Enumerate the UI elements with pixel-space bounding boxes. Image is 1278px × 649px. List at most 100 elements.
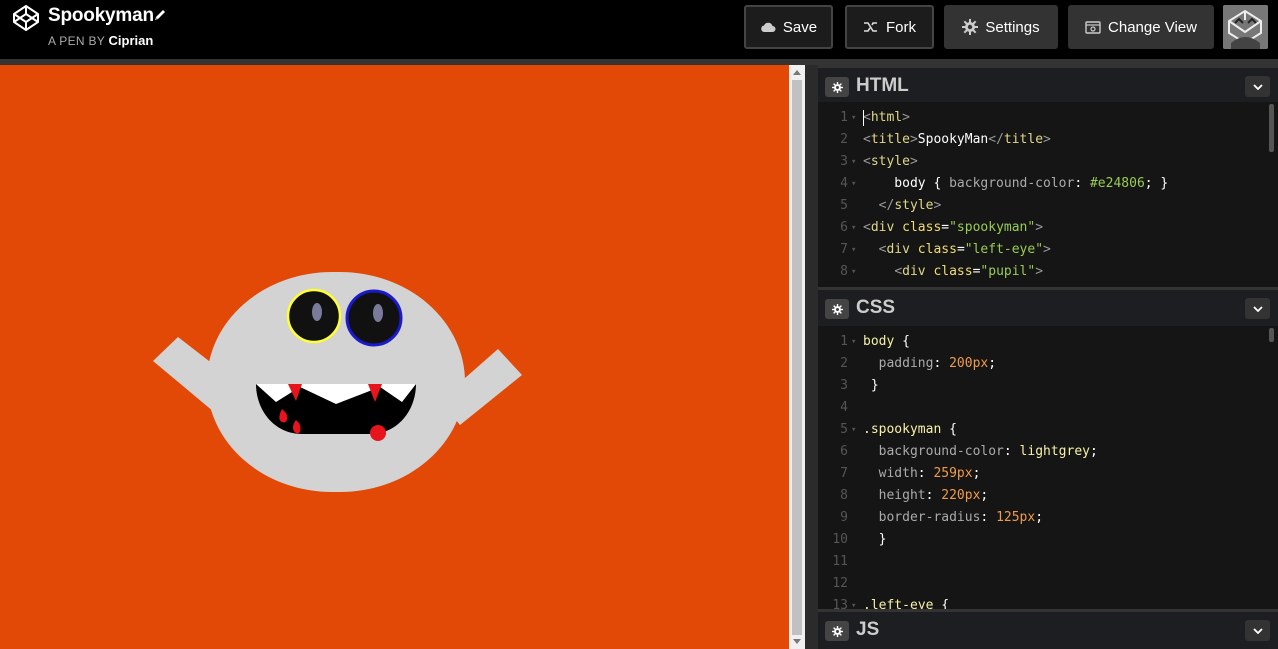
author-link[interactable]: Ciprian	[109, 33, 154, 48]
code-text: }	[863, 375, 879, 397]
gear-icon	[831, 303, 843, 315]
code-line[interactable]: 1 ▾ <html>	[818, 107, 1278, 129]
code-text: <div class="spookyman">	[863, 217, 1043, 239]
code-line[interactable]: 1 ▾ body {	[818, 331, 1278, 353]
ghost-left-pupil	[312, 303, 322, 321]
scrollbar-thumb[interactable]	[792, 80, 802, 635]
settings-button[interactable]: Settings	[944, 5, 1058, 49]
code-token: }	[863, 532, 887, 547]
line-number: 12	[832, 576, 848, 591]
fold-arrow-icon[interactable]: ▾	[851, 151, 859, 173]
code-line[interactable]: 5 ▾ .spookyman {	[818, 419, 1278, 441]
code-line[interactable]: 8 height: 220px;	[818, 485, 1278, 507]
css-code-area[interactable]: 1 ▾ body {2 padding: 200px; 3 } 4 5 ▾ .spookyma…	[818, 326, 1278, 609]
code-line[interactable]: 13 ▾ .left-eye {	[818, 595, 1278, 609]
code-line[interactable]: 12	[818, 573, 1278, 595]
code-line[interactable]: 6 background-color: lightgrey;	[818, 441, 1278, 463]
codepen-logo-icon[interactable]	[12, 4, 40, 32]
fold-arrow-icon[interactable]: ▾	[851, 419, 859, 441]
js-collapse-button[interactable]	[1245, 620, 1270, 641]
preview-pane[interactable]	[0, 65, 789, 649]
css-collapse-button[interactable]	[1245, 298, 1270, 319]
fold-arrow-icon[interactable]: ▾	[851, 331, 859, 353]
code-token: style	[870, 154, 910, 169]
preview-scrollbar[interactable]	[789, 65, 805, 649]
code-token: >	[933, 198, 942, 213]
code-text: background-color: lightgrey;	[863, 441, 1098, 463]
code-token: <	[863, 154, 871, 169]
code-line[interactable]: 7 ▾ <div class="left-eye">	[818, 239, 1278, 261]
code-token: =	[941, 220, 950, 235]
code-line[interactable]: 6 ▾ <div class="spookyman">	[818, 217, 1278, 239]
fold-arrow-icon[interactable]: ▾	[851, 261, 859, 283]
pen-title[interactable]: Spookyman	[48, 5, 154, 27]
scroll-up-arrow-icon[interactable]	[793, 70, 801, 75]
code-token: ;	[972, 466, 981, 481]
code-text: width: 259px;	[863, 463, 981, 485]
line-number: 11	[832, 554, 848, 569]
code-token: ;	[1035, 510, 1044, 525]
ghost-tongue	[370, 425, 386, 441]
code-line[interactable]: 5 </style>	[818, 195, 1278, 217]
code-line[interactable]: 4	[818, 397, 1278, 419]
change-view-button[interactable]: Change View	[1068, 5, 1214, 49]
save-button[interactable]: Save	[744, 5, 833, 49]
fork-button[interactable]: Fork	[845, 5, 934, 49]
fold-arrow-icon[interactable]: ▾	[851, 173, 859, 195]
line-number: 3	[840, 154, 848, 169]
scroll-down-arrow-icon[interactable]	[793, 639, 801, 644]
code-line[interactable]: 4 ▾ body { background-color: #e24806; }	[818, 173, 1278, 195]
html-collapse-button[interactable]	[1245, 76, 1270, 97]
code-token: >	[909, 132, 918, 147]
fold-arrow-icon[interactable]: ▾	[851, 239, 859, 261]
code-line[interactable]: 10 }	[818, 529, 1278, 551]
code-text: .spookyman {	[863, 419, 957, 441]
fold-arrow-icon[interactable]: ▾	[851, 595, 859, 609]
code-token: background-color	[949, 176, 1075, 191]
code-text: body {	[863, 331, 910, 353]
edit-pencil-icon[interactable]	[153, 8, 167, 22]
code-text: padding: 200px;	[863, 353, 996, 375]
code-line[interactable]: 3 ▾ <style>	[818, 151, 1278, 173]
code-token: div	[886, 242, 918, 257]
code-token: "spookyman"	[949, 220, 1036, 235]
line-number: 13	[832, 598, 848, 609]
js-editor-title: JS	[856, 619, 880, 640]
code-line[interactable]: 8 ▾ <div class="pupil">	[818, 261, 1278, 283]
code-token: :	[980, 510, 997, 525]
code-token: >	[1043, 132, 1051, 147]
html-code-area[interactable]: 1 ▾ <html> 2 <title>SpookyMan</title> 3 ▾ <styl…	[818, 102, 1278, 287]
fold-arrow-icon[interactable]: ▾	[851, 217, 859, 239]
editors-column: HTML 1 ▾ <html> 2 <title>SpookyMan</title> 3 ▾…	[818, 65, 1278, 649]
html-settings-button[interactable]	[825, 77, 849, 97]
code-token: :	[1003, 444, 1020, 459]
css-editor-title: CSS	[856, 297, 896, 318]
line-number: 5	[840, 422, 848, 437]
text-cursor	[863, 110, 864, 126]
fold-arrow-icon[interactable]: ▾	[851, 107, 859, 129]
css-settings-button[interactable]	[825, 299, 849, 319]
pane-resizer[interactable]	[805, 65, 818, 649]
js-settings-button[interactable]	[825, 621, 849, 641]
code-token: 259px	[933, 466, 973, 481]
line-number: 6	[840, 220, 848, 235]
code-line[interactable]: 2 <title>SpookyMan</title>	[818, 129, 1278, 151]
code-token: >	[1035, 220, 1044, 235]
code-text: border-radius: 125px;	[863, 507, 1043, 529]
code-line[interactable]: 7 width: 259px;	[818, 463, 1278, 485]
code-line[interactable]: 9 border-radius: 125px;	[818, 507, 1278, 529]
change-view-label: Change View	[1108, 18, 1197, 36]
code-token: <	[863, 220, 871, 235]
code-line[interactable]: 2 padding: 200px;	[818, 353, 1278, 375]
code-line[interactable]: 3 }	[818, 375, 1278, 397]
code-line[interactable]: 11	[818, 551, 1278, 573]
code-token: 220px	[941, 488, 981, 503]
change-view-icon	[1085, 20, 1101, 34]
user-avatar[interactable]	[1223, 5, 1268, 49]
code-token: width	[878, 466, 918, 481]
chevron-down-icon	[1252, 627, 1263, 634]
